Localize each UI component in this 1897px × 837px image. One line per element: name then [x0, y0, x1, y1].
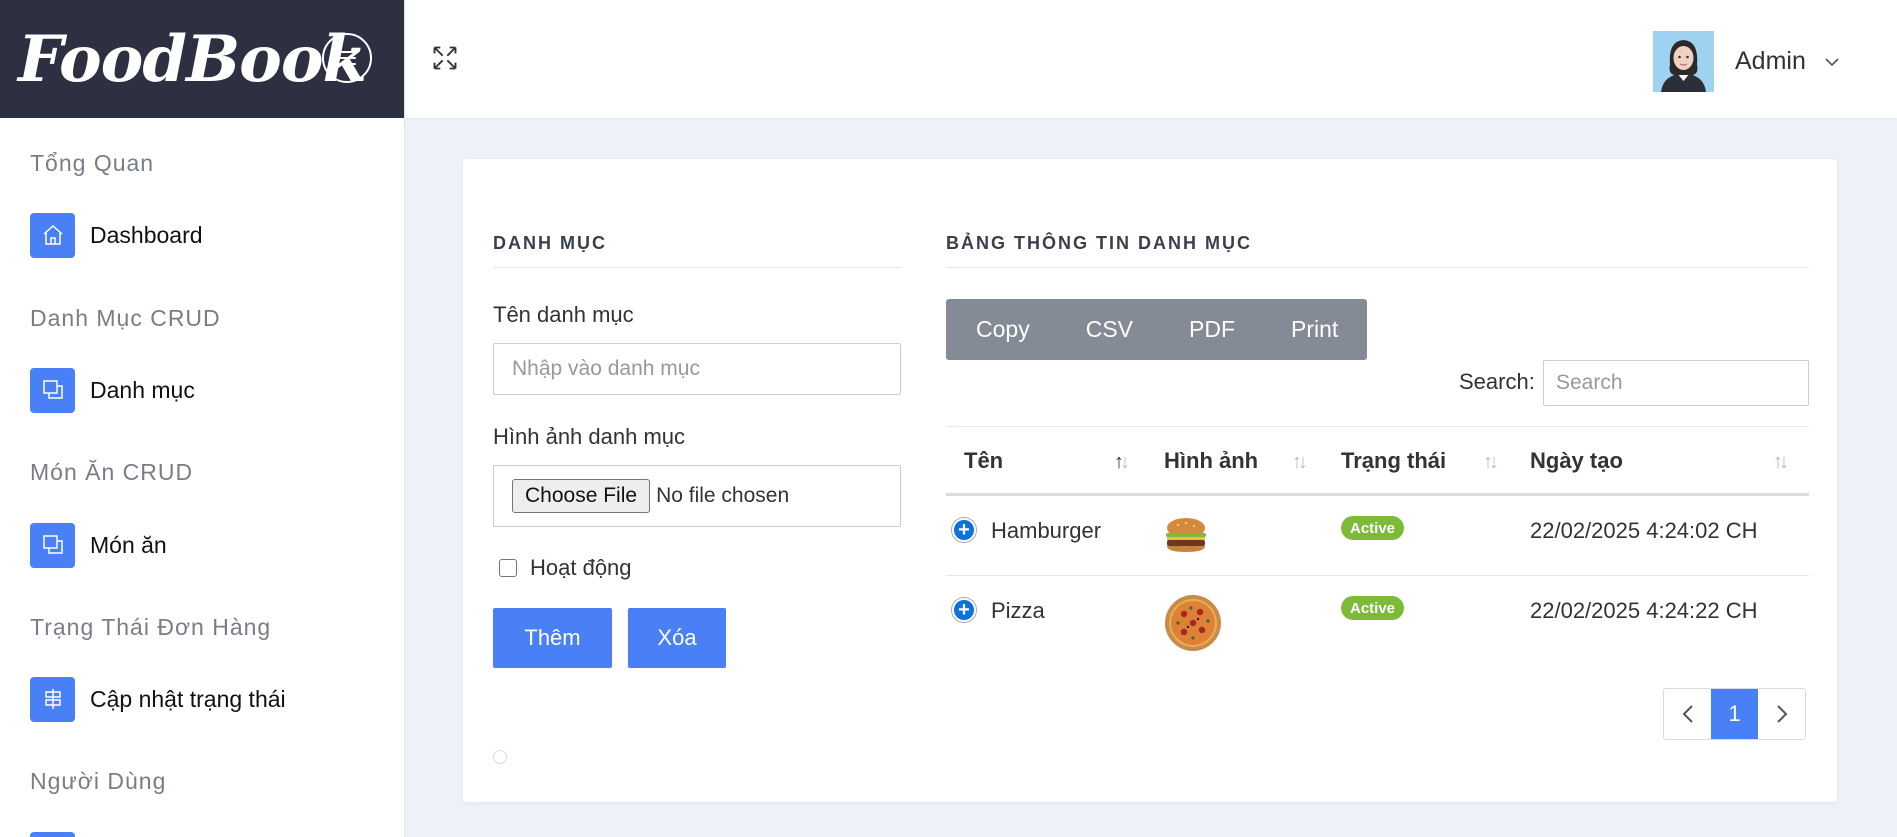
pagination: 1	[1663, 688, 1806, 740]
search-label: Search:	[1459, 369, 1535, 394]
brand-logo[interactable]: FoodBook	[18, 22, 367, 97]
menu-toggle-button[interactable]	[322, 33, 372, 83]
sidebar-item-users-partial[interactable]	[30, 831, 90, 837]
column-header-status[interactable]: Trạng thái	[1341, 427, 1446, 494]
delete-button[interactable]: Xóa	[628, 608, 726, 668]
print-button[interactable]: Print	[1291, 316, 1338, 343]
sidebar-item-label: Cập nhật trạng thái	[90, 685, 286, 712]
file-status: No file chosen	[656, 484, 790, 507]
expand-row-icon[interactable]: +	[952, 598, 976, 622]
sidebar-item-label: Món ăn	[90, 531, 167, 558]
sidebar: FoodBook Tổng Quan Dashboard Danh Mục CR…	[0, 0, 405, 837]
csv-button[interactable]: CSV	[1086, 316, 1133, 343]
chevron-down-icon	[1825, 57, 1839, 66]
form-section-title: DANH MỤC	[493, 233, 607, 253]
home-icon	[30, 212, 75, 258]
nav-section-overview: Tổng Quan	[30, 150, 155, 176]
form-divider	[493, 267, 901, 268]
sort-icon[interactable]: ↑↓	[1483, 451, 1499, 474]
sort-icon[interactable]: ↑↓	[1292, 451, 1308, 474]
cell-created: 22/02/2025 4:24:22 CH	[1530, 598, 1758, 623]
export-button-group: Copy CSV PDF Print	[946, 299, 1368, 360]
active-checkbox-row[interactable]: Hoạt động	[499, 555, 632, 581]
pdf-button[interactable]: PDF	[1189, 316, 1235, 343]
table-header-row: Tên ↑↓ Hình ảnh ↑↓ Trạng thái ↑↓ Ngày tạ…	[946, 426, 1809, 496]
main-card: DANH MỤC Tên danh mục Hình ảnh danh mục …	[463, 159, 1837, 802]
category-name-input[interactable]	[493, 343, 901, 395]
active-checkbox[interactable]	[499, 559, 517, 577]
user-name: Admin	[1735, 47, 1806, 75]
choose-file-button[interactable]: Choose File	[512, 479, 651, 513]
sort-asc-icon[interactable]: ↑↓	[1114, 451, 1130, 474]
sidebar-item-update-status[interactable]: Cập nhật trạng thái	[30, 676, 286, 722]
users-icon	[30, 831, 75, 837]
column-header-image[interactable]: Hình ảnh	[1164, 427, 1258, 494]
pagination-next[interactable]	[1758, 689, 1805, 739]
sidebar-item-food[interactable]: Món ăn	[30, 522, 167, 568]
search-input[interactable]	[1543, 360, 1809, 406]
nav-section-order-status: Trạng Thái Đơn Hàng	[30, 614, 272, 640]
pagination-prev[interactable]	[1664, 689, 1711, 739]
sidebar-item-category[interactable]: Danh mục	[30, 367, 195, 413]
sidebar-item-label: Dashboard	[90, 221, 203, 248]
copy-icon	[30, 522, 75, 568]
nav-section-category-crud: Danh Mục CRUD	[30, 305, 221, 331]
sidebar-item-dashboard[interactable]: Dashboard	[30, 212, 203, 258]
cell-name: Hamburger	[991, 518, 1102, 543]
copy-button[interactable]: Copy	[976, 316, 1030, 343]
cell-created: 22/02/2025 4:24:02 CH	[1530, 518, 1758, 543]
avatar	[1653, 31, 1714, 92]
user-menu[interactable]: Admin	[1653, 31, 1840, 92]
signpost-icon	[30, 676, 75, 722]
pagination-page[interactable]: 1	[1711, 689, 1758, 739]
category-name-label: Tên danh mục	[493, 302, 634, 327]
nav-section-users: Người Dùng	[30, 768, 167, 794]
hamburger-image	[1164, 516, 1208, 562]
sidebar-item-label: Danh mục	[90, 376, 195, 403]
topbar: Admin	[405, 0, 1897, 118]
fullscreen-icon[interactable]	[431, 44, 459, 72]
copy-icon	[30, 367, 75, 413]
category-image-label: Hình ảnh danh mục	[493, 424, 686, 449]
chevron-left-icon	[1682, 705, 1693, 723]
hamburger-menu-icon	[338, 51, 356, 65]
chevron-right-icon	[1776, 705, 1787, 723]
table-row: + Hamburger Active 22/02/2025 4:24:02 CH	[946, 496, 1809, 576]
cell-name: Pizza	[991, 598, 1045, 623]
status-badge: Active	[1341, 596, 1405, 620]
add-button[interactable]: Thêm	[493, 608, 612, 668]
table-section-title: BẢNG THÔNG TIN DANH MỤC	[946, 233, 1252, 253]
sort-icon[interactable]: ↑↓	[1773, 451, 1789, 474]
category-image-file-input: Choose File No file chosen	[493, 465, 901, 527]
status-badge: Active	[1341, 516, 1405, 540]
table-divider	[946, 267, 1809, 268]
table-row: + Pizza Active 22/02/2025 4:24:22 CH	[946, 576, 1809, 656]
loading-indicator	[493, 750, 507, 764]
brand-header: FoodBook	[0, 0, 404, 118]
category-table: Tên ↑↓ Hình ảnh ↑↓ Trạng thái ↑↓ Ngày tạ…	[946, 426, 1809, 656]
nav-section-food-crud: Món Ăn CRUD	[30, 459, 194, 485]
pizza-image	[1164, 594, 1222, 658]
column-header-created[interactable]: Ngày tạo	[1530, 427, 1623, 494]
column-header-name[interactable]: Tên	[964, 427, 1003, 494]
expand-row-icon[interactable]: +	[952, 518, 976, 542]
active-checkbox-label: Hoạt động	[530, 555, 632, 580]
